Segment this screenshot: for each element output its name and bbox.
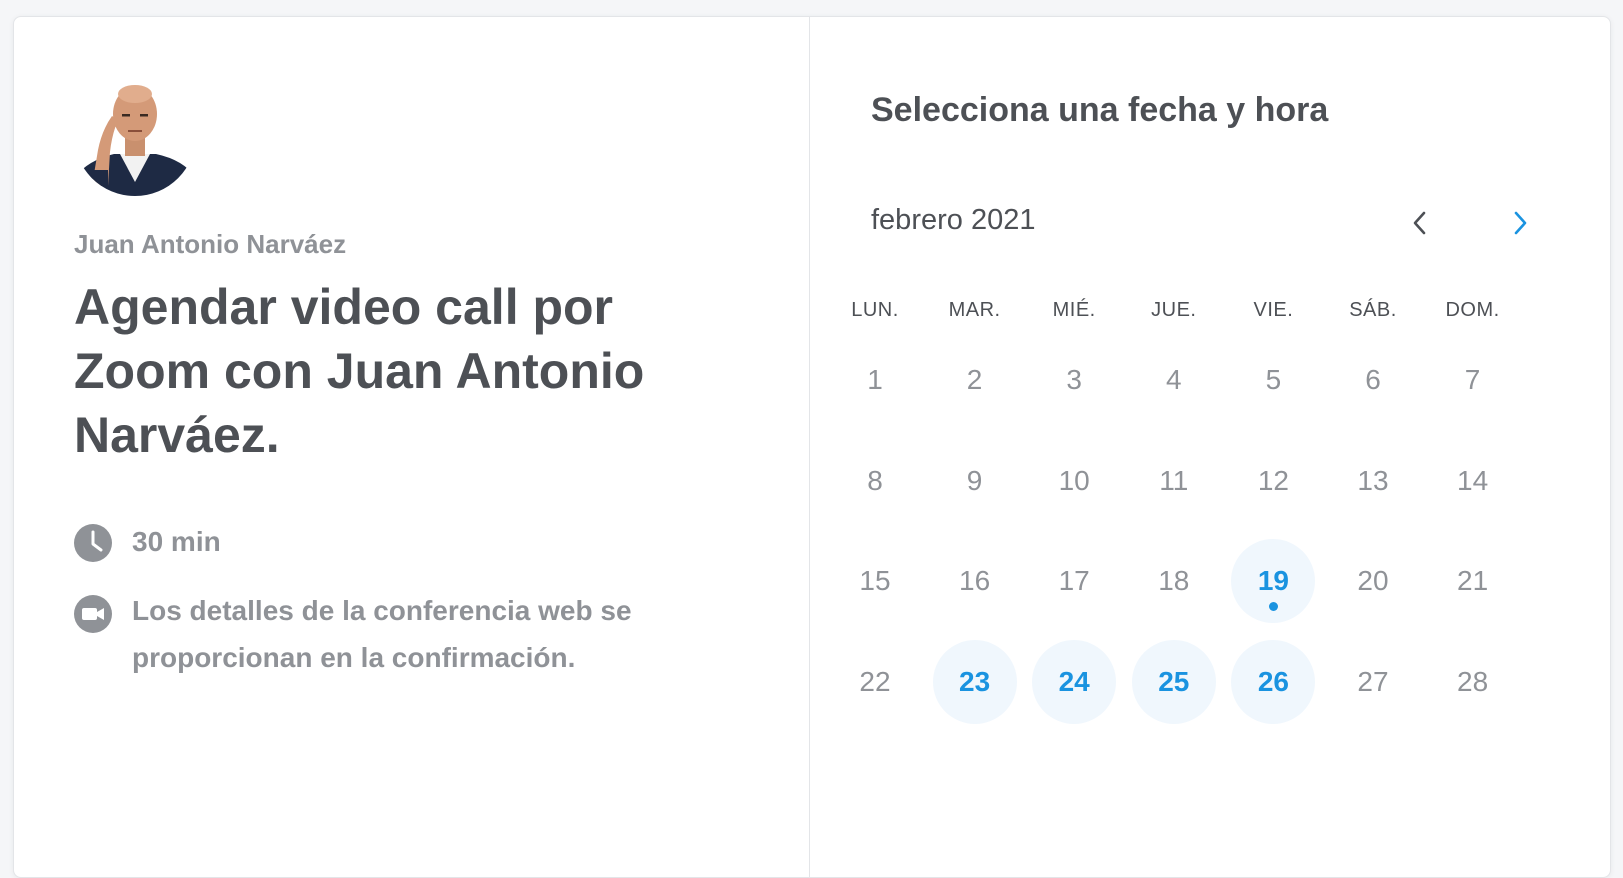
video-camera-icon [74,595,112,633]
host-avatar [74,74,196,196]
month-label: febrero 2021 [871,204,1036,236]
day-number: 24 [1058,666,1090,698]
weekday-header: LUN. [851,299,899,321]
day-number: 20 [1357,565,1389,597]
unavailable-day: 18 [1132,539,1216,623]
day-number: 28 [1457,666,1489,698]
host-name: Juan Antonio Narváez [74,229,347,259]
unavailable-day: 11 [1132,439,1216,523]
day-number: 13 [1357,464,1389,496]
unavailable-day: 5 [1231,338,1315,422]
weekday-header: DOM. [1445,299,1500,321]
day-number: 10 [1058,464,1090,496]
unavailable-day: 8 [833,439,917,523]
clock-icon [74,524,112,562]
day-number: 23 [959,666,991,698]
weekday-header: JUE. [1151,299,1197,321]
day-number: 4 [1166,364,1182,395]
duration-text: 30 min [132,526,221,557]
day-number: 9 [966,464,983,496]
day-number: 12 [1257,464,1289,496]
unavailable-day: 12 [1231,439,1315,523]
available-day-button[interactable]: 24 [1032,640,1117,725]
unavailable-day: 27 [1331,640,1415,724]
available-day-button[interactable]: 23 [932,640,1017,725]
scheduling-card: Juan Antonio Narváez Agendar video call … [13,16,1611,878]
event-details-pane: Juan Antonio Narváez Agendar video call … [14,17,810,877]
weekday-header: SÁB. [1349,299,1397,321]
date-picker-pane: Selecciona una fecha y hora febrero 2021… [810,17,1610,877]
chevron-right-icon [1514,211,1527,235]
unavailable-day: 10 [1032,439,1116,523]
unavailable-day: 2 [933,338,1017,422]
today-indicator-dot [1269,602,1279,612]
day-number: 26 [1257,666,1289,698]
unavailable-day: 22 [833,640,917,724]
day-number: 11 [1159,464,1189,496]
unavailable-day: 9 [933,439,1017,523]
day-number: 5 [1265,364,1282,395]
day-number: 7 [1464,364,1481,395]
day-number: 15 [859,565,891,597]
day-number: 22 [859,666,891,698]
day-number: 14 [1457,464,1489,496]
day-number: 17 [1058,565,1090,597]
unavailable-day: 6 [1331,338,1415,422]
day-number: 8 [867,464,883,496]
day-number: 18 [1158,565,1190,597]
unavailable-day: 21 [1431,539,1515,623]
day-number: 21 [1457,565,1489,597]
day-number: 6 [1365,364,1381,395]
host-avatar-photo [74,74,196,196]
picker-title: Selecciona una fecha y hora [871,91,1329,129]
day-number: 16 [959,565,991,597]
unavailable-day: 15 [833,539,917,623]
event-duration: 30 min [74,524,221,565]
day-number: 1 [867,364,883,395]
conference-text: Los detalles de la conferencia web se pr… [132,595,632,673]
available-day-button[interactable]: 26 [1231,640,1316,725]
unavailable-day: 7 [1431,338,1515,422]
weekday-header: MIÉ. [1052,299,1096,321]
next-month-button[interactable] [1500,203,1540,243]
unavailable-day: 20 [1331,539,1415,623]
unavailable-day: 1 [833,338,917,422]
day-number: 19 [1257,565,1289,597]
unavailable-day: 16 [933,539,1017,623]
unavailable-day: 4 [1132,338,1216,422]
weekday-header: VIE. [1253,299,1294,321]
previous-month-button[interactable] [1400,203,1440,243]
available-day-button[interactable]: 25 [1131,640,1216,725]
day-number: 25 [1158,666,1190,698]
unavailable-day: 28 [1431,640,1515,724]
available-day-button[interactable]: 19 [1231,539,1316,624]
chevron-left-icon [1413,211,1426,235]
unavailable-day: 14 [1431,439,1515,523]
unavailable-day: 3 [1032,338,1116,422]
unavailable-day: 13 [1331,439,1415,523]
event-title: Agendar video call por Zoom con Juan Ant… [74,279,645,463]
day-number: 27 [1357,666,1389,698]
weekday-header: MAR. [948,299,1001,321]
unavailable-day: 17 [1032,539,1116,623]
day-number: 3 [1066,364,1082,395]
conference-info: Los detalles de la conferencia web se pr… [74,595,714,681]
day-number: 2 [966,364,983,395]
